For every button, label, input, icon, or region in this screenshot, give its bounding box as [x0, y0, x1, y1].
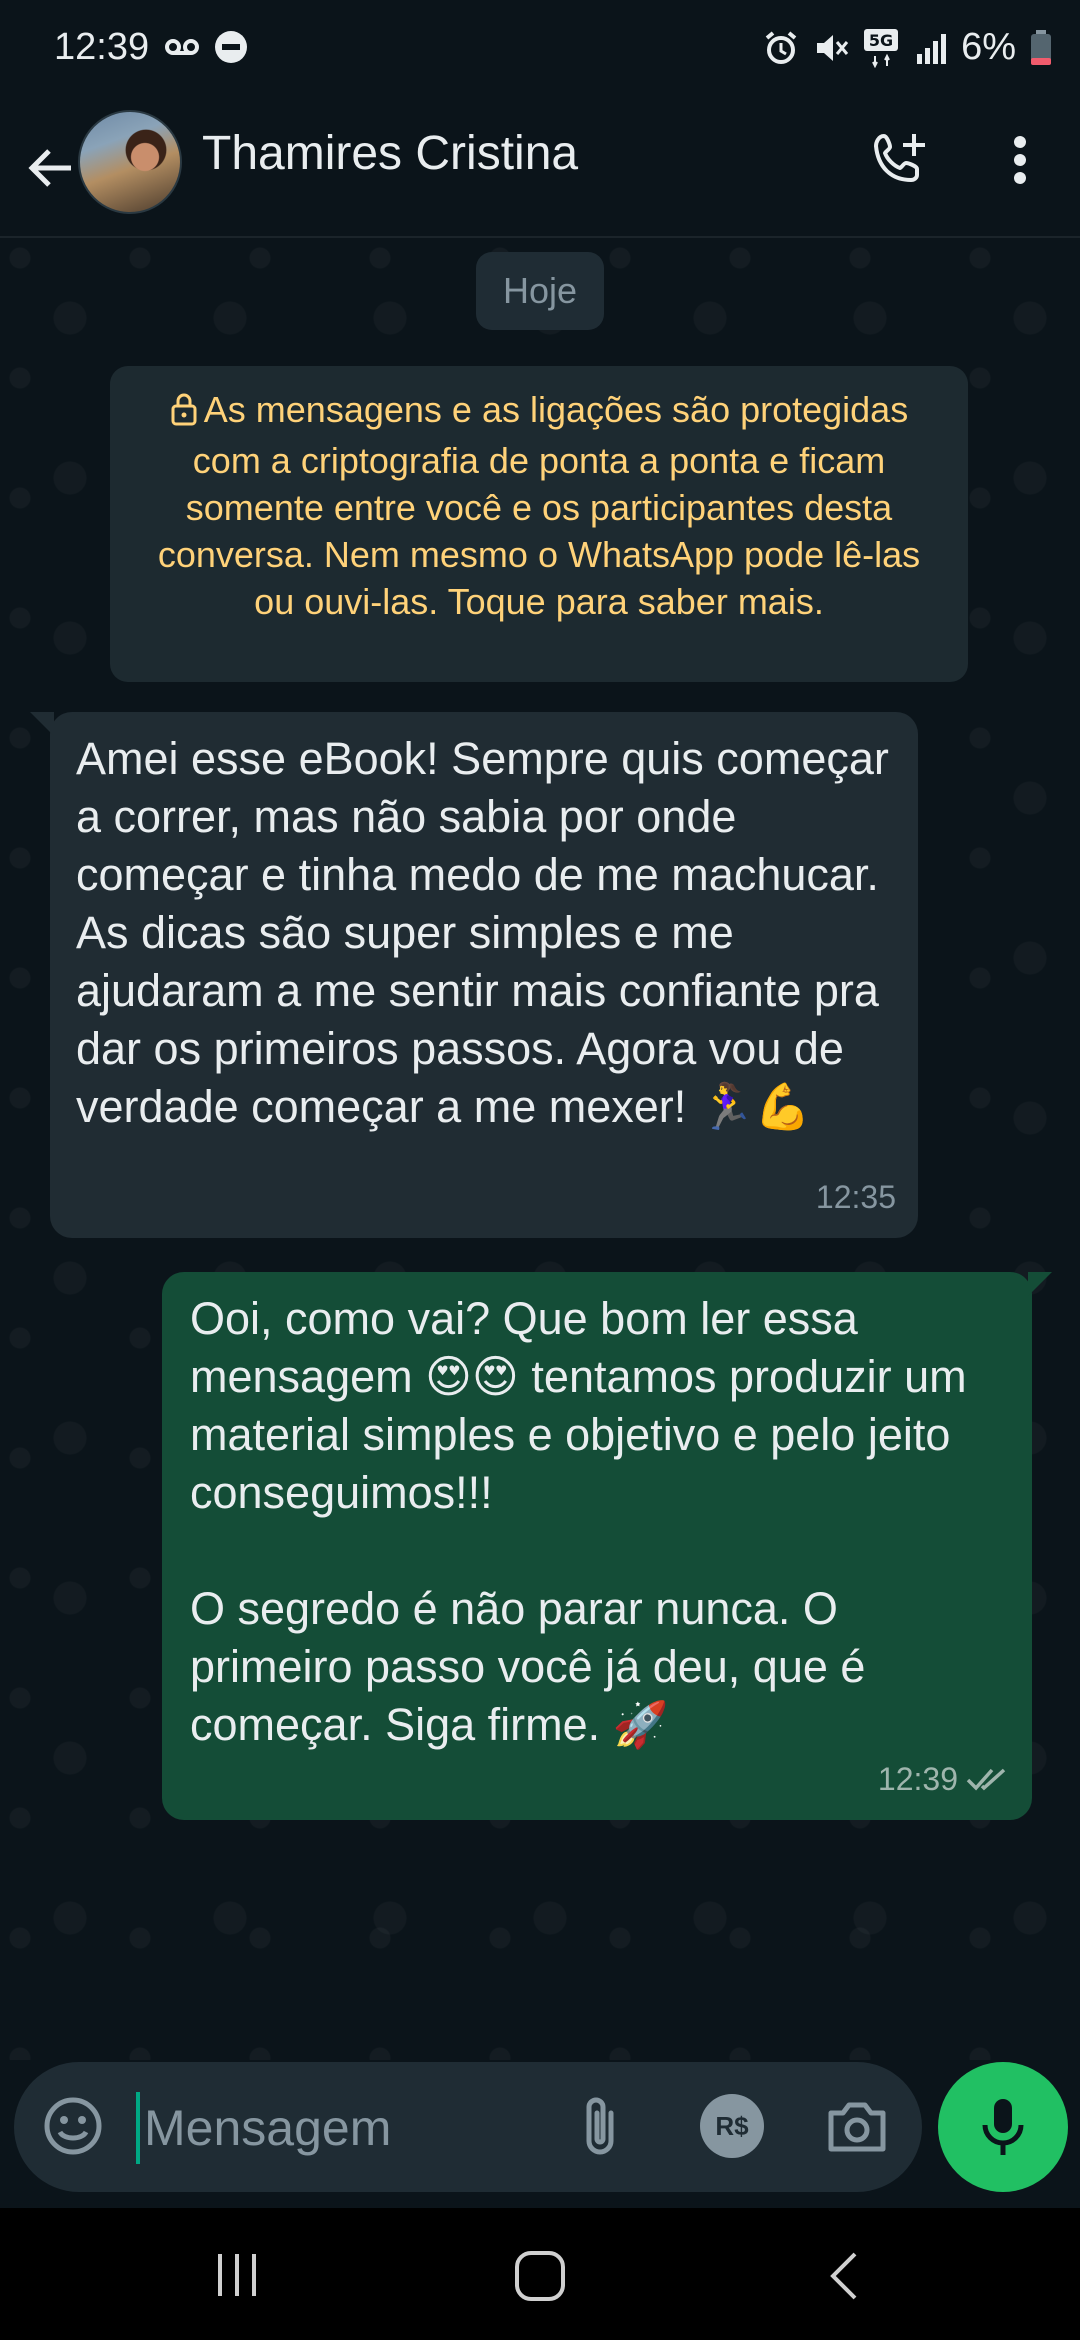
do-not-disturb-icon: [214, 30, 248, 64]
message-time: 12:39: [877, 1761, 958, 1797]
camera-icon[interactable]: [822, 2092, 892, 2162]
emoji-icon[interactable]: [40, 2093, 106, 2159]
home-icon[interactable]: [512, 2248, 568, 2304]
mic-icon: [979, 2097, 1027, 2157]
status-time: 12:39: [54, 26, 150, 68]
battery-percent: 6%: [961, 26, 1016, 68]
signal-icon: [917, 32, 947, 64]
status-bar: 12:39 5G 6%: [0, 0, 1080, 100]
paperclip-icon[interactable]: [570, 2092, 630, 2162]
svg-text:5G: 5G: [869, 31, 893, 50]
mic-button[interactable]: [938, 2062, 1068, 2192]
message-time: 12:35: [815, 1179, 896, 1215]
5g-icon: 5G: [863, 28, 903, 68]
mute-icon: [813, 30, 849, 66]
nav-back-icon[interactable]: [820, 2248, 868, 2304]
alarm-icon: [763, 30, 799, 66]
voicemail-icon: [164, 37, 200, 57]
contact-name[interactable]: Thamires Cristina: [202, 126, 578, 181]
back-arrow-icon[interactable]: [20, 138, 80, 198]
chat-header: Thamires Cristina: [0, 100, 1080, 238]
message-input[interactable]: [142, 2090, 566, 2166]
lock-icon: [170, 390, 198, 437]
system-nav-bar: [0, 2208, 1080, 2340]
double-check-icon: [966, 1766, 1010, 1792]
message-text: Ooi, como vai? Que bom ler essa mensagem…: [190, 1293, 967, 1750]
encryption-notice-text: As mensagens e as ligações são protegida…: [157, 389, 921, 622]
avatar[interactable]: [78, 110, 182, 214]
message-text: Amei esse eBook! Sempre quis começar a c…: [76, 733, 902, 1132]
chat-area[interactable]: Hoje As mensagens e as ligações são prot…: [0, 238, 1080, 2060]
date-chip: Hoje: [476, 252, 604, 330]
battery-icon: [1030, 29, 1052, 66]
recents-icon[interactable]: [212, 2252, 262, 2298]
incoming-message[interactable]: Amei esse eBook! Sempre quis começar a c…: [30, 712, 918, 1238]
payment-icon[interactable]: R$: [700, 2094, 764, 2158]
add-call-icon[interactable]: [868, 128, 932, 192]
outgoing-message[interactable]: Ooi, como vai? Que bom ler essa mensagem…: [162, 1272, 1052, 1820]
encryption-notice[interactable]: As mensagens e as ligações são protegida…: [110, 366, 968, 682]
text-caret: [136, 2092, 140, 2164]
message-composer: R$: [14, 2062, 922, 2192]
more-vertical-icon[interactable]: [1000, 130, 1040, 190]
